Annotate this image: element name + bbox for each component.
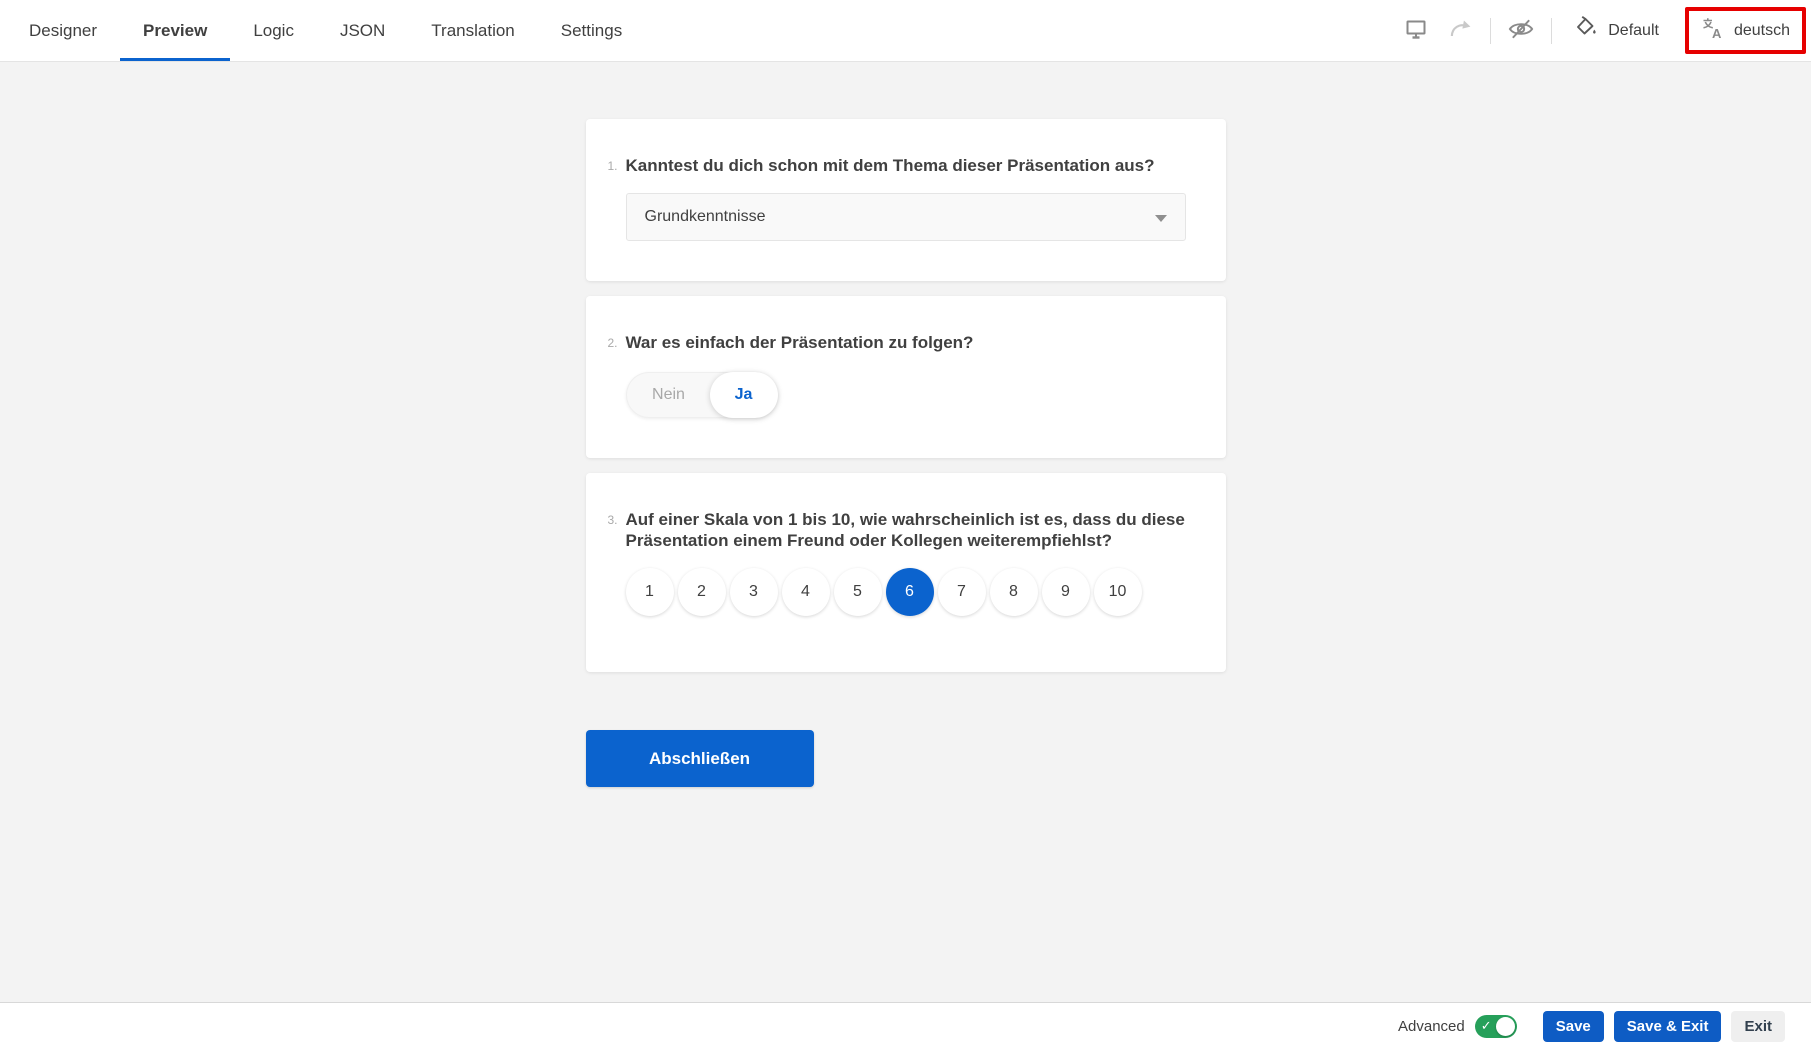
question-3-number: 3. xyxy=(608,509,626,553)
question-card-1: 1. Kanntest du dich schon mit dem Thema … xyxy=(586,119,1226,281)
tab-translation[interactable]: Translation xyxy=(408,0,537,61)
check-icon: ✓ xyxy=(1481,1018,1492,1034)
question-1-number: 1. xyxy=(608,155,626,177)
rating-item-5[interactable]: 5 xyxy=(834,568,882,616)
svg-text:A: A xyxy=(1712,26,1722,40)
creator-header: Designer Preview Logic JSON Translation … xyxy=(0,0,1811,62)
advanced-toggle-label: Advanced xyxy=(1398,1018,1465,1035)
theme-selector[interactable]: Default xyxy=(1560,8,1673,53)
toggle-knob xyxy=(1496,1017,1515,1036)
question-card-2: 2. War es einfach der Präsentation zu fo… xyxy=(586,296,1226,458)
toolbar-separator xyxy=(1490,18,1491,44)
question-3-title-row: 3. Auf einer Skala von 1 bis 10, wie wah… xyxy=(608,509,1186,553)
question-2-boolean-toggle[interactable]: Nein Ja xyxy=(626,372,778,418)
question-2-title-row: 2. War es einfach der Präsentation zu fo… xyxy=(608,332,1186,354)
rating-item-4[interactable]: 4 xyxy=(782,568,830,616)
device-preview-button[interactable] xyxy=(1394,9,1438,53)
question-3-body: 1 2 3 4 5 6 7 8 9 10 xyxy=(626,568,1186,616)
tab-json[interactable]: JSON xyxy=(317,0,408,61)
theme-selector-label: Default xyxy=(1608,22,1659,40)
chevron-down-icon xyxy=(1155,215,1167,222)
rating-item-2[interactable]: 2 xyxy=(678,568,726,616)
rating-item-7[interactable]: 7 xyxy=(938,568,986,616)
rating-item-10[interactable]: 10 xyxy=(1094,568,1142,616)
tab-logic[interactable]: Logic xyxy=(230,0,317,61)
survey-preview: 1. Kanntest du dich schon mit dem Thema … xyxy=(586,119,1226,787)
language-selector[interactable]: A deutsch xyxy=(1689,11,1802,50)
question-2-number: 2. xyxy=(608,332,626,354)
rating-item-1[interactable]: 1 xyxy=(626,568,674,616)
language-selector-label: deutsch xyxy=(1734,22,1790,40)
hide-invisible-elements-button[interactable] xyxy=(1499,9,1543,53)
rating-item-8[interactable]: 8 xyxy=(990,568,1038,616)
redo-button[interactable] xyxy=(1438,9,1482,53)
creator-toolbar: Default A deutsch xyxy=(1394,0,1811,61)
question-1-dropdown-value: Grundkenntnisse xyxy=(645,208,766,226)
exit-button[interactable]: Exit xyxy=(1731,1011,1785,1042)
creator-tabs: Designer Preview Logic JSON Translation … xyxy=(6,0,645,61)
save-and-exit-button[interactable]: Save & Exit xyxy=(1614,1011,1722,1042)
toolbar-separator xyxy=(1551,18,1552,44)
complete-survey-button[interactable]: Abschließen xyxy=(586,730,814,787)
rating-item-6-selected[interactable]: 6 xyxy=(886,568,934,616)
question-2-body: Nein Ja xyxy=(626,372,1186,418)
question-1-title-row: 1. Kanntest du dich schon mit dem Thema … xyxy=(608,155,1186,177)
tab-settings[interactable]: Settings xyxy=(538,0,645,61)
question-1-title: Kanntest du dich schon mit dem Thema die… xyxy=(626,155,1186,177)
tab-preview[interactable]: Preview xyxy=(120,0,230,61)
question-card-3: 3. Auf einer Skala von 1 bis 10, wie wah… xyxy=(586,473,1226,673)
question-1-body: Grundkenntnisse xyxy=(626,193,1186,241)
eye-slash-icon xyxy=(1507,15,1535,46)
translate-icon: A xyxy=(1701,16,1725,45)
advanced-toggle[interactable]: ✓ xyxy=(1475,1015,1517,1038)
device-preview-icon xyxy=(1404,17,1428,44)
red-annotation-highlight: A deutsch xyxy=(1685,7,1806,54)
save-button[interactable]: Save xyxy=(1543,1011,1604,1042)
redo-icon xyxy=(1447,16,1473,45)
question-3-title: Auf einer Skala von 1 bis 10, wie wahrsc… xyxy=(626,509,1186,553)
rating-item-3[interactable]: 3 xyxy=(730,568,778,616)
question-2-title: War es einfach der Präsentation zu folge… xyxy=(626,332,1186,354)
boolean-false-label[interactable]: Nein xyxy=(626,372,712,418)
question-3-rating-scale: 1 2 3 4 5 6 7 8 9 10 xyxy=(626,568,1186,616)
boolean-true-thumb[interactable]: Ja xyxy=(710,372,778,418)
paint-bucket-icon xyxy=(1574,16,1598,45)
question-1-dropdown[interactable]: Grundkenntnisse xyxy=(626,193,1186,241)
tab-designer[interactable]: Designer xyxy=(6,0,120,61)
creator-footer: Advanced ✓ Save Save & Exit Exit xyxy=(0,1002,1811,1050)
rating-item-9[interactable]: 9 xyxy=(1042,568,1090,616)
